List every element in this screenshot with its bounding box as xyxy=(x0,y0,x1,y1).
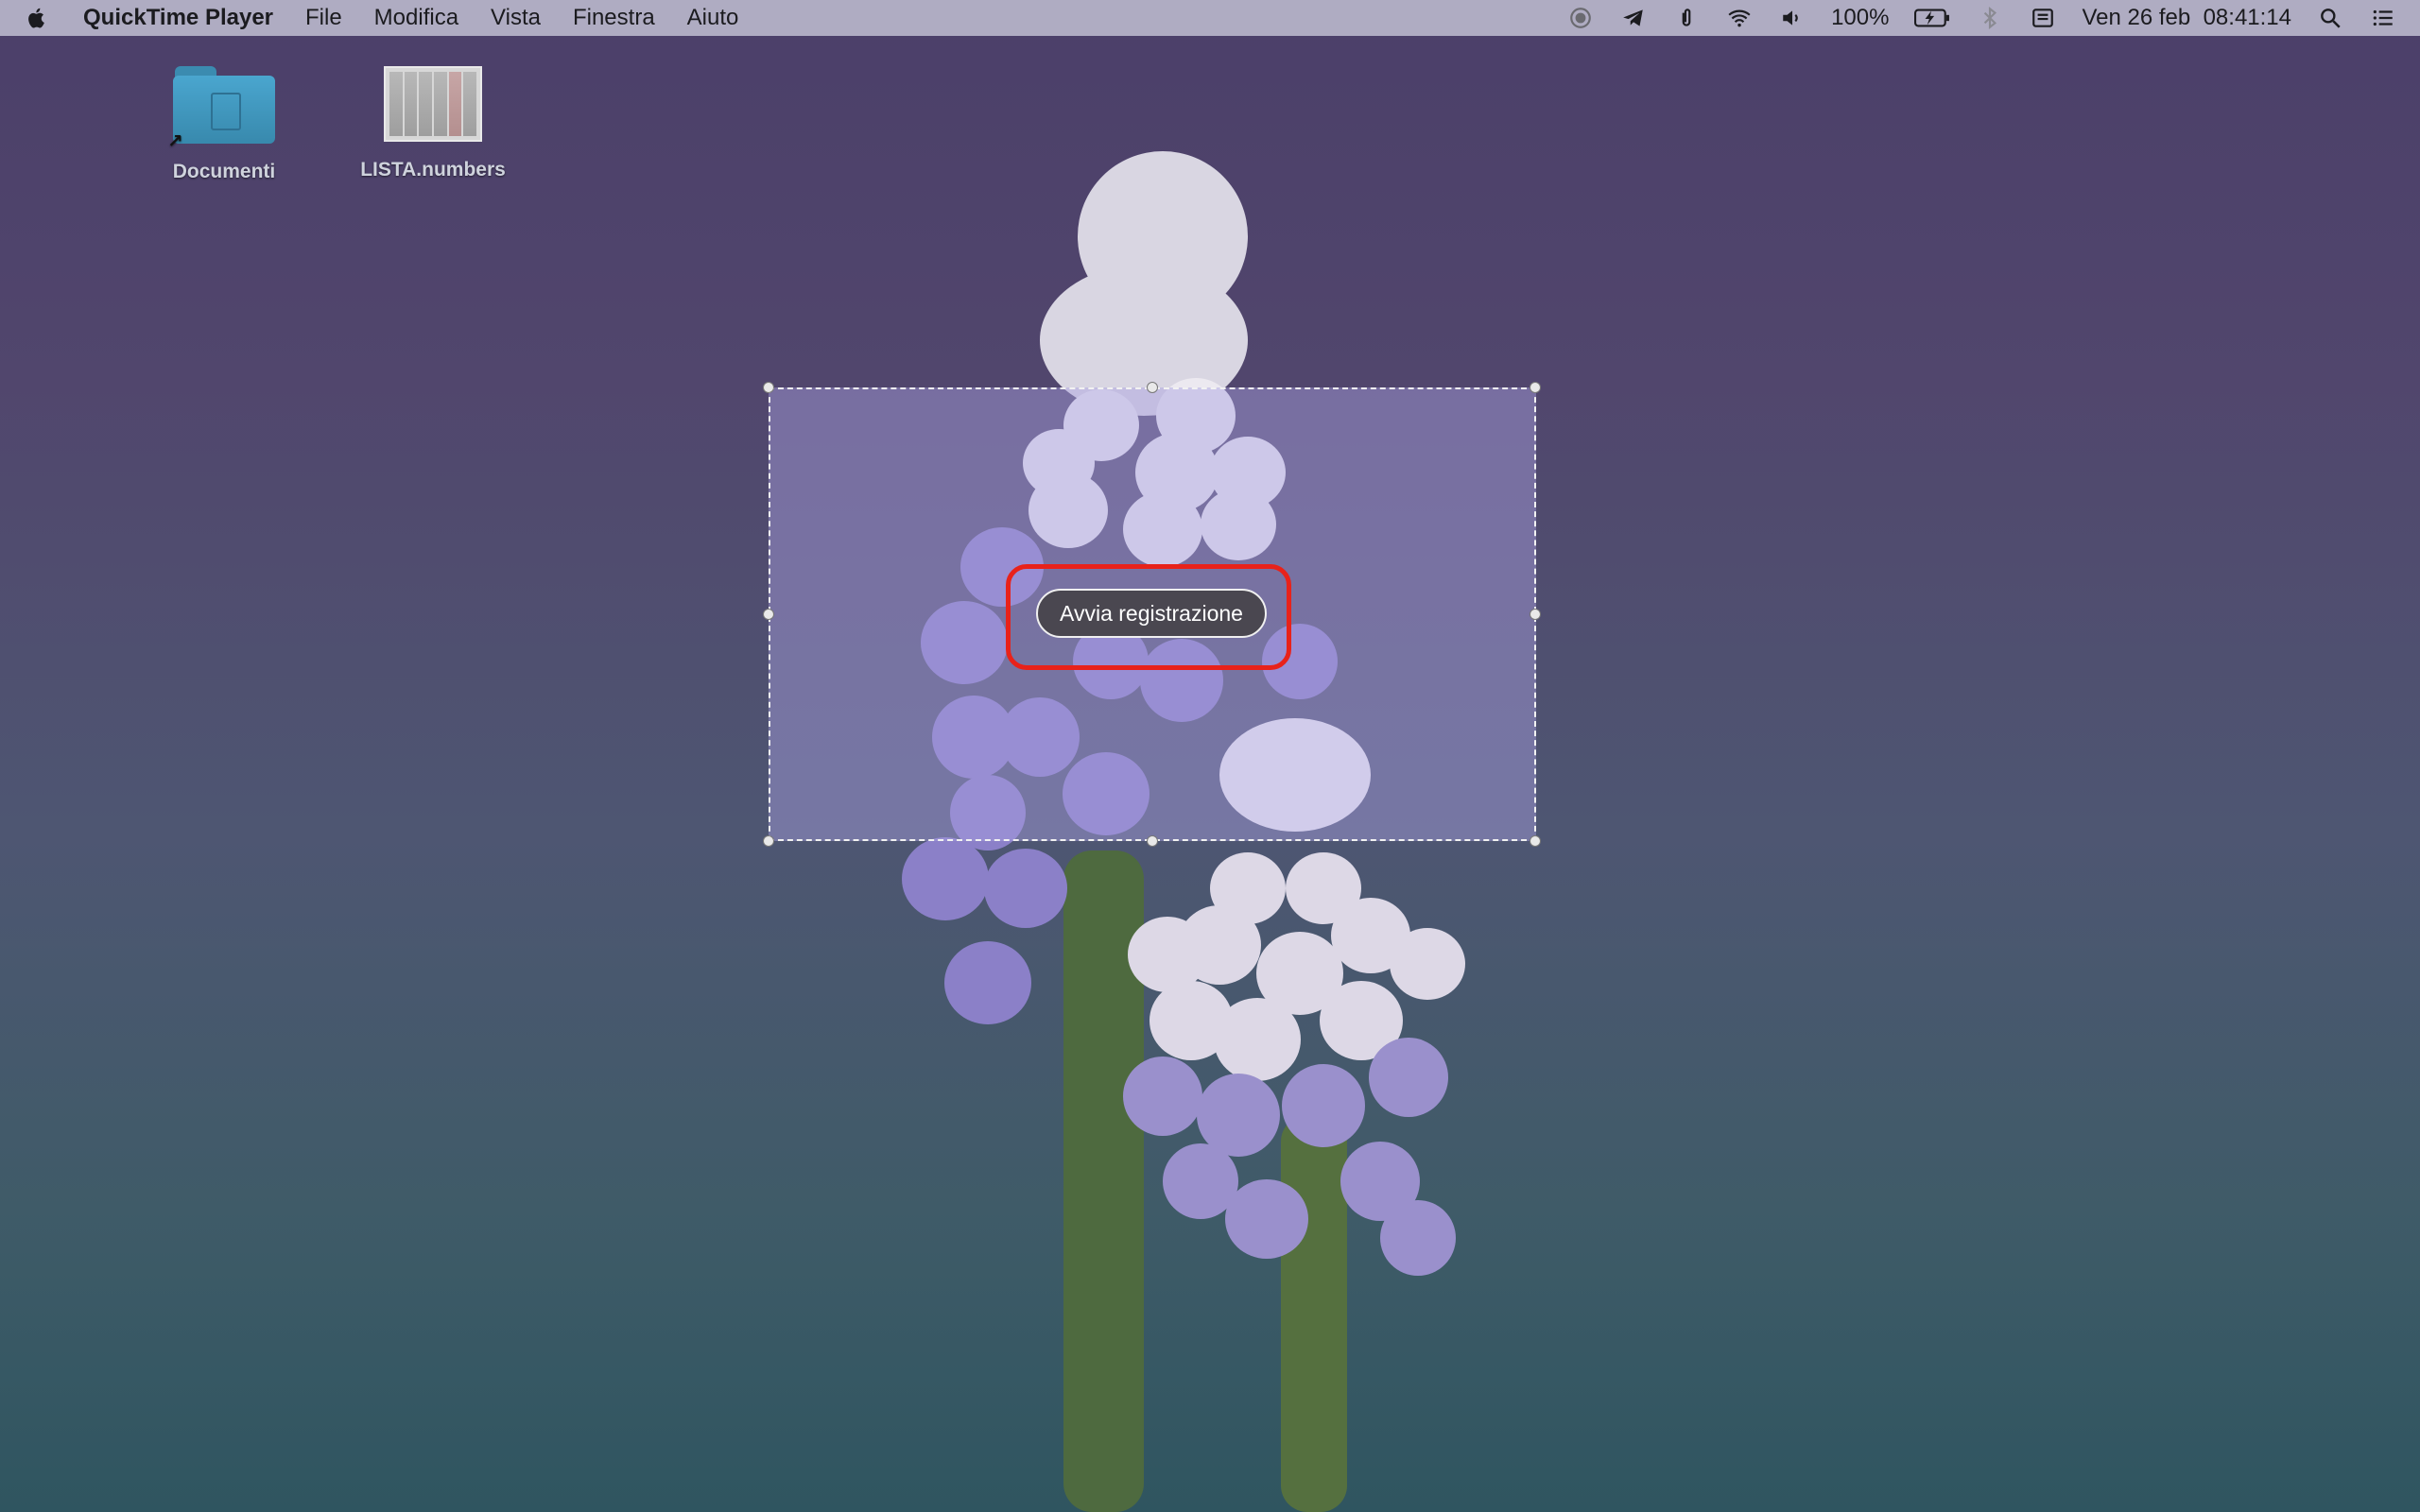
desktop-item-label: Documenti xyxy=(172,161,276,182)
selection-handle-left[interactable] xyxy=(763,609,774,620)
selection-handle-top-left[interactable] xyxy=(763,382,774,393)
desktop-item-label: LISTA.numbers xyxy=(360,159,506,180)
desktop-item-documenti[interactable]: ↗ Documenti xyxy=(130,66,319,183)
selection-handle-bottom-right[interactable] xyxy=(1530,835,1541,847)
start-recording-button[interactable]: Avvia registrazione xyxy=(1036,589,1267,638)
selection-handle-bottom[interactable] xyxy=(1147,835,1158,847)
folder-alias-icon: ↗ xyxy=(167,66,275,152)
selection-handle-top[interactable] xyxy=(1147,382,1158,393)
selection-handle-bottom-left[interactable] xyxy=(763,835,774,847)
selection-handle-top-right[interactable] xyxy=(1530,382,1541,393)
numbers-document-icon xyxy=(384,66,482,142)
selection-handle-right[interactable] xyxy=(1530,609,1541,620)
alias-arrow-icon: ↗ xyxy=(167,131,183,152)
desktop-item-lista-numbers[interactable]: LISTA.numbers xyxy=(338,66,527,181)
